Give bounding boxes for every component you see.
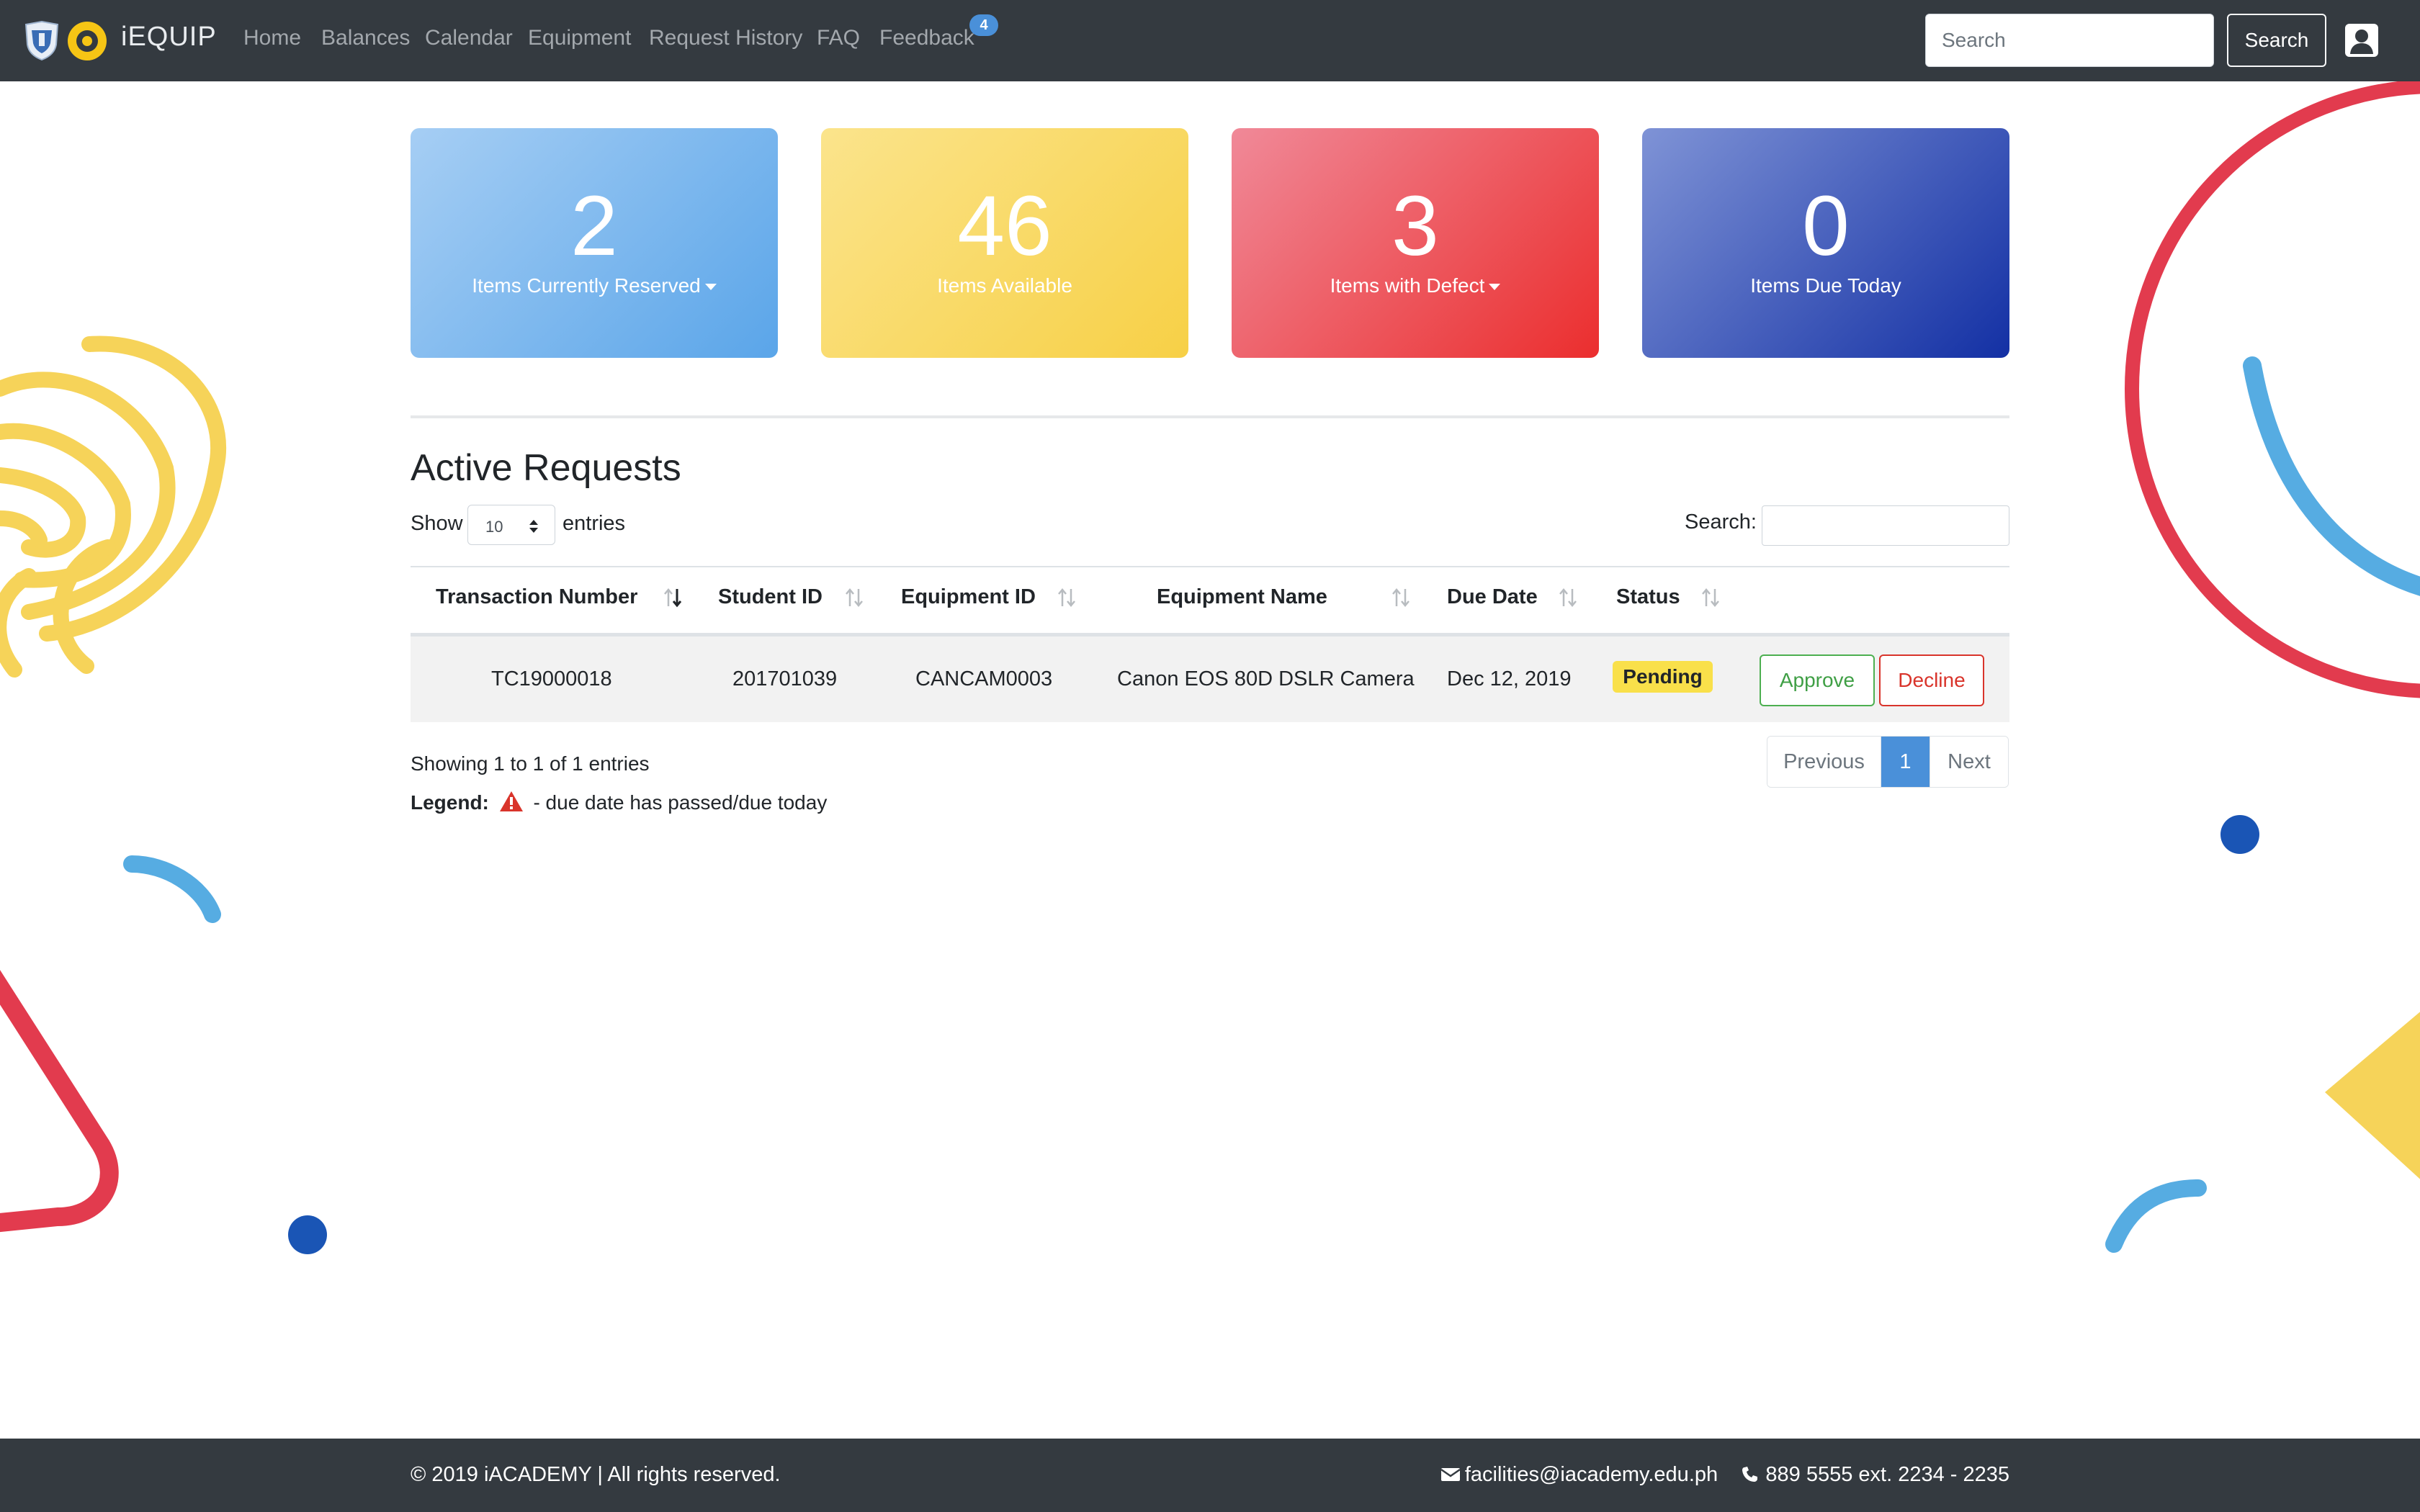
- brand-name[interactable]: iEQUIP: [121, 22, 217, 53]
- caret-down-icon: [704, 284, 717, 291]
- column-header-status[interactable]: Status: [1616, 585, 1680, 609]
- red-ring-decoration: [2125, 79, 2420, 698]
- red-triangle-decoration: [0, 970, 119, 1233]
- footer-contact: facilities@iacademy.edu.ph 889 5555 ext.…: [1440, 1463, 2009, 1487]
- nav-request-history[interactable]: Request History: [649, 26, 802, 50]
- navbar-search-button[interactable]: Search: [2227, 14, 2326, 67]
- legend: Legend: - due date has passed/due today: [411, 791, 827, 814]
- legend-text: - due date has passed/due today: [533, 791, 828, 814]
- sort-icon[interactable]: [1558, 586, 1578, 609]
- select-arrows-icon: [529, 520, 538, 533]
- table-search-label: Search:: [1685, 510, 1757, 534]
- table-top-border: [411, 566, 2009, 567]
- nav-equipment[interactable]: Equipment: [528, 26, 631, 50]
- blue-inner-arc-decoration: [2243, 356, 2420, 596]
- navy-dot-right-decoration: [2220, 815, 2259, 854]
- cell-student-id: 201701039: [732, 667, 838, 690]
- stat-card-due-today[interactable]: 0 Items Due Today: [1642, 128, 2009, 358]
- caret-down-icon: [1489, 284, 1501, 291]
- column-header-student-id[interactable]: Student ID: [718, 585, 823, 609]
- sort-icon[interactable]: [1700, 586, 1721, 609]
- section-title: Active Requests: [411, 447, 681, 489]
- nav-home[interactable]: Home: [243, 26, 301, 50]
- yellow-diamond-decoration: [2325, 1012, 2420, 1179]
- nav-balances[interactable]: Balances: [321, 26, 410, 50]
- user-account-icon[interactable]: [2344, 22, 2380, 58]
- stat-label-dropdown[interactable]: Items Currently Reserved: [411, 274, 778, 298]
- nav-feedback[interactable]: Feedback: [879, 26, 974, 50]
- navy-dot-decoration: [288, 1215, 327, 1254]
- stat-card-defect[interactable]: 3 Items with Defect: [1232, 128, 1599, 358]
- iacademy-logo-icon[interactable]: [68, 22, 107, 60]
- stat-card-available[interactable]: 46 Items Available: [821, 128, 1188, 358]
- legend-label: Legend:: [411, 791, 489, 814]
- cell-transaction-number: TC19000018: [491, 667, 612, 690]
- phone-icon: [1742, 1467, 1758, 1482]
- column-header-equipment-name[interactable]: Equipment Name: [1157, 585, 1327, 609]
- entries-select-value: 10: [485, 518, 503, 536]
- stat-value: 46: [957, 179, 1052, 274]
- stat-value: 0: [1802, 179, 1850, 274]
- nav-faq[interactable]: FAQ: [817, 26, 860, 50]
- cell-equipment-name: Canon EOS 80D DSLR Camera: [1117, 667, 1415, 690]
- stat-card-reserved[interactable]: 2 Items Currently Reserved: [411, 128, 778, 358]
- entries-per-page-select[interactable]: 10: [467, 505, 555, 545]
- school-shield-logo-icon[interactable]: [23, 20, 60, 60]
- sort-icon[interactable]: [844, 586, 864, 609]
- top-navbar: iEQUIP Home Balances Calendar Equipment …: [0, 0, 2420, 81]
- feedback-count-badge: 4: [969, 14, 998, 36]
- footer-email[interactable]: facilities@iacademy.edu.ph: [1465, 1463, 1718, 1486]
- column-header-transaction-number[interactable]: Transaction Number: [436, 585, 637, 609]
- cell-due-date: Dec 12, 2019: [1447, 667, 1572, 690]
- nav-calendar[interactable]: Calendar: [425, 26, 513, 50]
- status-badge: Pending: [1613, 661, 1713, 693]
- pagination-next[interactable]: Next: [1930, 737, 2008, 787]
- pagination-page-1[interactable]: 1: [1881, 737, 1930, 787]
- table-info-text: Showing 1 to 1 of 1 entries: [411, 752, 650, 775]
- stat-value: 2: [570, 179, 618, 274]
- section-divider: [411, 415, 2009, 418]
- show-label: Show: [411, 512, 463, 535]
- sort-icon[interactable]: [1391, 586, 1411, 609]
- cell-equipment-id: CANCAM0003: [915, 667, 1053, 690]
- entries-label: entries: [563, 512, 626, 535]
- stat-label: Items Available: [937, 274, 1072, 297]
- footer-copyright: © 2019 iACADEMY | All rights reserved.: [411, 1463, 781, 1486]
- stat-label-dropdown[interactable]: Items with Defect: [1232, 274, 1599, 298]
- pagination-previous[interactable]: Previous: [1767, 737, 1881, 787]
- approve-button[interactable]: Approve: [1760, 654, 1875, 706]
- column-header-due-date[interactable]: Due Date: [1447, 585, 1538, 609]
- envelope-icon: [1440, 1468, 1461, 1481]
- footer: © 2019 iACADEMY | All rights reserved. f…: [0, 1439, 2420, 1512]
- table-search-input[interactable]: [1762, 505, 2009, 546]
- navbar-search-input[interactable]: [1925, 14, 2214, 67]
- blue-arc-right-decoration: [2105, 1179, 2207, 1253]
- sort-descending-icon[interactable]: [663, 586, 683, 609]
- pagination: Previous 1 Next: [1767, 736, 2009, 788]
- stat-label: Items Due Today: [1750, 274, 1901, 297]
- blue-arc-decoration: [123, 855, 221, 923]
- warning-icon: [499, 791, 523, 811]
- stat-value: 3: [1392, 179, 1439, 274]
- column-header-equipment-id[interactable]: Equipment ID: [901, 585, 1036, 609]
- footer-phone: 889 5555 ext. 2234 - 2235: [1765, 1463, 2009, 1486]
- sort-icon[interactable]: [1057, 586, 1077, 609]
- yellow-swirl-decoration: [0, 336, 227, 678]
- decline-button[interactable]: Decline: [1879, 654, 1984, 706]
- background-decorations: [0, 79, 2420, 1254]
